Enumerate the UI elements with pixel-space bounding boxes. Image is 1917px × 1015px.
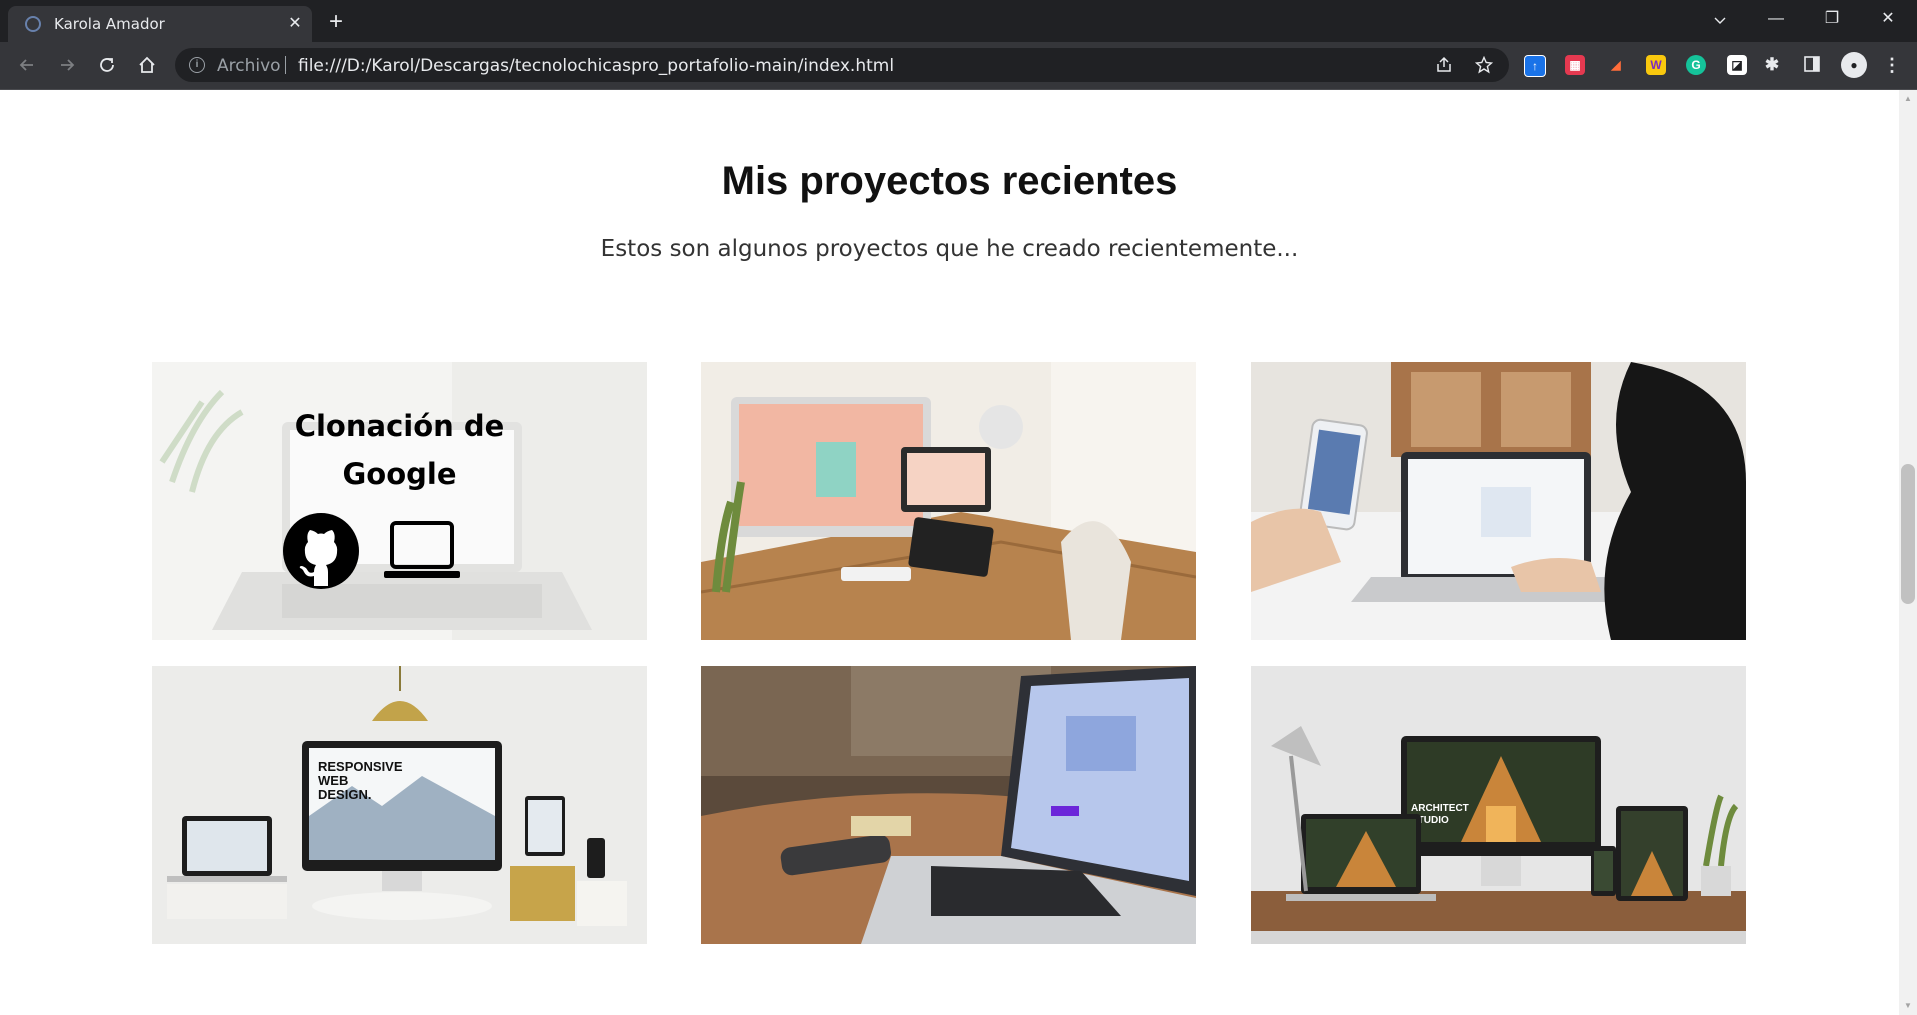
- new-tab-button[interactable]: +: [322, 9, 350, 37]
- project-overlay-title: Clonación de Google: [152, 402, 647, 498]
- project-image-desk: [701, 362, 1196, 640]
- extension-icon-2[interactable]: ▦: [1565, 55, 1585, 75]
- project-image-laptop-table: [701, 666, 1196, 944]
- home-icon: [139, 56, 155, 73]
- extension-icon-3[interactable]: ◢: [1606, 55, 1626, 75]
- browser-tab[interactable]: Karola Amador ✕: [8, 6, 312, 42]
- home-button[interactable]: [132, 50, 162, 80]
- tab-title: Karola Amador: [54, 15, 165, 33]
- svg-text:DESIGN.: DESIGN.: [318, 787, 371, 802]
- project-card-4[interactable]: RESPONSIVE WEB DESIGN.: [152, 666, 647, 944]
- section-title: Mis proyectos recientes: [721, 159, 1178, 203]
- project-card-2[interactable]: [701, 362, 1196, 640]
- project-image-responsive-devices: RESPONSIVE WEB DESIGN.: [152, 666, 647, 944]
- page-viewport: Mis proyectos recientes Estos son alguno…: [0, 90, 1899, 1015]
- project-image-phone-laptop: [1251, 362, 1746, 640]
- project-card-3[interactable]: [1251, 362, 1746, 640]
- url-text[interactable]: file:///D:/Karol/Descargas/tecnolochicas…: [298, 56, 894, 76]
- scrollbar-thumb[interactable]: [1901, 464, 1915, 604]
- minimize-button[interactable]: —: [1748, 0, 1804, 40]
- project-links: [282, 512, 522, 592]
- arrow-right-icon: [61, 59, 75, 71]
- forward-button[interactable]: [52, 50, 82, 80]
- project-card-5[interactable]: [701, 666, 1196, 944]
- page-scrollbar[interactable]: ▲ ▼: [1899, 90, 1917, 1015]
- project-overlay-line1: Clonación de: [294, 409, 505, 443]
- scroll-down-icon[interactable]: ▼: [1899, 999, 1917, 1013]
- address-security-label: Archivo: [217, 56, 281, 76]
- info-icon[interactable]: i: [189, 57, 205, 73]
- extension-icon-4[interactable]: W: [1646, 55, 1666, 75]
- back-button[interactable]: [12, 50, 42, 80]
- section-subtitle: Estos son algunos proyectos que he cread…: [600, 236, 1299, 262]
- extensions-puzzle-icon[interactable]: ✱: [1762, 55, 1782, 75]
- github-icon[interactable]: [282, 512, 360, 590]
- profile-avatar[interactable]: ●: [1841, 52, 1867, 78]
- reload-button[interactable]: [92, 50, 122, 80]
- tab-close-button[interactable]: ✕: [284, 13, 306, 35]
- arrow-left-icon: [19, 59, 33, 71]
- share-icon[interactable]: [1433, 54, 1455, 76]
- address-bar[interactable]: i Archivo file:///D:/Karol/Descargas/tec…: [175, 48, 1509, 82]
- scroll-up-icon[interactable]: ▲: [1899, 92, 1917, 106]
- restore-button[interactable]: ❐: [1804, 0, 1860, 40]
- address-separator: [285, 56, 286, 74]
- grammarly-icon[interactable]: G: [1686, 55, 1706, 75]
- project-card-google-clone[interactable]: Clonación de Google: [152, 362, 647, 640]
- chevron-down-icon: [1714, 17, 1726, 24]
- close-window-button[interactable]: ✕: [1860, 0, 1916, 40]
- browser-tab-bar: Karola Amador ✕ + — ❐ ✕: [0, 0, 1917, 42]
- laptop-icon[interactable]: [382, 520, 462, 582]
- extension-icon-1[interactable]: ↑: [1524, 55, 1546, 77]
- tab-favicon-icon: [25, 16, 41, 32]
- svg-text:RESPONSIVE: RESPONSIVE: [318, 759, 403, 774]
- svg-text:ARCHITECT: ARCHITECT: [1411, 803, 1469, 814]
- bookmark-star-icon[interactable]: [1473, 54, 1495, 76]
- project-card-6[interactable]: ARCHITECT STUDIO: [1251, 666, 1746, 944]
- tab-search-button[interactable]: [1692, 0, 1748, 40]
- browser-toolbar: i Archivo file:///D:/Karol/Descargas/tec…: [0, 42, 1917, 90]
- svg-text:WEB: WEB: [318, 773, 348, 788]
- menu-kebab-icon[interactable]: ⋮: [1882, 55, 1902, 75]
- side-panel-icon[interactable]: [1802, 55, 1822, 75]
- extension-icon-6[interactable]: ◪: [1727, 55, 1747, 75]
- project-image-architect-devices: ARCHITECT STUDIO: [1251, 666, 1746, 944]
- project-overlay-line2: Google: [342, 457, 457, 491]
- reload-icon: [100, 58, 114, 72]
